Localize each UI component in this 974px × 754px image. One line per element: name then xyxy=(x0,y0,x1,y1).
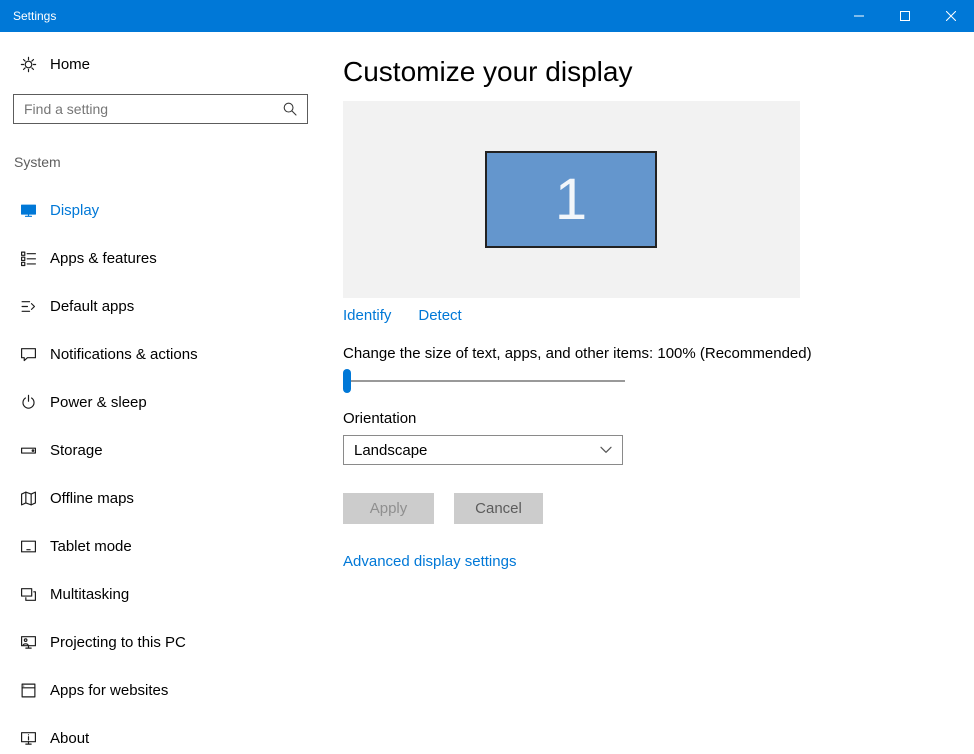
search-box xyxy=(13,94,308,124)
apps-features-icon xyxy=(20,250,37,267)
chevron-down-icon xyxy=(600,446,612,454)
multitasking-icon xyxy=(20,586,37,603)
orientation-value: Landscape xyxy=(354,442,427,459)
sidebar-item-label: Power & sleep xyxy=(50,394,147,411)
sidebar-item-default-apps[interactable]: Default apps xyxy=(0,282,343,330)
identify-detect-row: Identify Detect xyxy=(343,307,974,324)
home-label: Home xyxy=(50,56,90,73)
monitor-number: 1 xyxy=(555,171,587,229)
projecting-icon xyxy=(20,634,37,651)
monitor-1[interactable]: 1 xyxy=(485,151,657,248)
titlebar: Settings xyxy=(0,0,974,32)
apply-button[interactable]: Apply xyxy=(343,493,434,524)
sidebar-item-label: Projecting to this PC xyxy=(50,634,186,651)
minimize-icon xyxy=(854,11,864,21)
sidebar-item-label: Offline maps xyxy=(50,490,134,507)
sidebar: Home System Display Apps & features Defa… xyxy=(0,32,343,754)
main-content: Customize your display 1 Identify Detect… xyxy=(343,32,974,754)
sidebar-item-label: Apps & features xyxy=(50,250,157,267)
minimize-button[interactable] xyxy=(836,0,882,32)
sidebar-item-label: About xyxy=(50,730,89,747)
detect-link[interactable]: Detect xyxy=(418,307,461,324)
sidebar-section-label: System xyxy=(14,154,343,170)
sidebar-item-about[interactable]: About xyxy=(0,714,343,754)
offline-maps-icon xyxy=(20,490,37,507)
identify-link[interactable]: Identify xyxy=(343,307,391,324)
sidebar-item-projecting-to-this-pc[interactable]: Projecting to this PC xyxy=(0,618,343,666)
sidebar-item-multitasking[interactable]: Multitasking xyxy=(0,570,343,618)
about-icon xyxy=(20,730,37,747)
orientation-dropdown[interactable]: Landscape xyxy=(343,435,623,465)
sidebar-item-label: Display xyxy=(50,202,99,219)
display-icon xyxy=(20,202,37,219)
storage-icon xyxy=(20,442,37,459)
settings-window: Settings Home System xyxy=(0,0,974,754)
sidebar-item-apps-features[interactable]: Apps & features xyxy=(0,234,343,282)
notifications-icon xyxy=(20,346,37,363)
window-title: Settings xyxy=(0,9,56,23)
default-apps-icon xyxy=(20,298,37,315)
orientation-label: Orientation xyxy=(343,409,974,428)
close-button[interactable] xyxy=(928,0,974,32)
button-row: Apply Cancel xyxy=(343,493,974,524)
slider-track[interactable] xyxy=(343,380,625,382)
tablet-mode-icon xyxy=(20,538,37,555)
advanced-display-settings-link[interactable]: Advanced display settings xyxy=(343,553,516,570)
sidebar-item-tablet-mode[interactable]: Tablet mode xyxy=(0,522,343,570)
sidebar-item-display[interactable]: Display xyxy=(0,186,343,234)
power-icon xyxy=(20,394,37,411)
search-input[interactable] xyxy=(14,95,282,123)
monitor-preview-area: 1 xyxy=(343,101,800,298)
sidebar-item-label: Default apps xyxy=(50,298,134,315)
sidebar-item-notifications-actions[interactable]: Notifications & actions xyxy=(0,330,343,378)
sidebar-item-home[interactable]: Home xyxy=(0,44,343,84)
sidebar-item-power-sleep[interactable]: Power & sleep xyxy=(0,378,343,426)
app-body: Home System Display Apps & features Defa… xyxy=(0,32,974,754)
gear-icon xyxy=(20,56,37,73)
close-icon xyxy=(946,11,956,21)
sidebar-item-label: Tablet mode xyxy=(50,538,132,555)
scale-label: Change the size of text, apps, and other… xyxy=(343,344,974,363)
maximize-button[interactable] xyxy=(882,0,928,32)
sidebar-item-label: Multitasking xyxy=(50,586,129,603)
maximize-icon xyxy=(900,11,910,21)
sidebar-item-storage[interactable]: Storage xyxy=(0,426,343,474)
sidebar-item-apps-for-websites[interactable]: Apps for websites xyxy=(0,666,343,714)
cancel-button[interactable]: Cancel xyxy=(454,493,543,524)
sidebar-item-label: Storage xyxy=(50,442,103,459)
sidebar-item-offline-maps[interactable]: Offline maps xyxy=(0,474,343,522)
sidebar-menu: Display Apps & features Default apps Not… xyxy=(0,186,343,754)
sidebar-item-label: Notifications & actions xyxy=(50,346,198,363)
search-icon[interactable] xyxy=(282,101,298,117)
window-controls xyxy=(836,0,974,32)
scale-slider[interactable] xyxy=(343,369,625,393)
page-title: Customize your display xyxy=(343,55,974,89)
apps-for-websites-icon xyxy=(20,682,37,699)
slider-thumb[interactable] xyxy=(343,369,351,393)
sidebar-item-label: Apps for websites xyxy=(50,682,168,699)
